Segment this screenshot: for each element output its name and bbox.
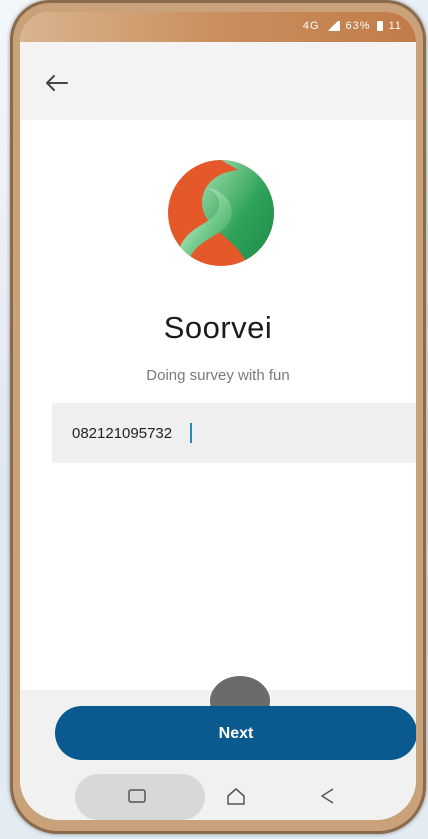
status-indicators: 4G 63% 11 xyxy=(303,20,402,32)
app-title: Soorvei xyxy=(163,310,273,345)
network-label: 4G xyxy=(302,20,320,32)
app-bar xyxy=(20,42,416,120)
footer: Next xyxy=(20,676,416,820)
main-content: Soorvei Doing survey with fun xyxy=(20,120,416,690)
phone-number-input[interactable] xyxy=(52,403,416,463)
screen: 4G 63% 11 Soorvei Doing survey with fun … xyxy=(20,12,416,820)
time-label: 11 xyxy=(388,20,402,32)
phone-frame: 4G 63% 11 Soorvei Doing survey with fun … xyxy=(10,0,426,834)
recent-apps-icon[interactable] xyxy=(128,789,146,803)
battery-label: 63% xyxy=(345,20,371,32)
status-bar: 4G 63% 11 xyxy=(20,12,416,42)
signal-icon xyxy=(325,21,340,31)
app-tagline: Doing survey with fun xyxy=(146,367,290,384)
home-icon[interactable] xyxy=(225,786,247,806)
system-nav-bar xyxy=(20,774,416,820)
text-cursor xyxy=(190,423,192,443)
back-arrow-icon[interactable] xyxy=(42,68,72,98)
soorvei-logo-icon xyxy=(168,160,274,266)
battery-icon xyxy=(376,21,383,31)
nav-back-icon[interactable] xyxy=(318,786,336,806)
next-button[interactable]: Next xyxy=(55,706,416,760)
